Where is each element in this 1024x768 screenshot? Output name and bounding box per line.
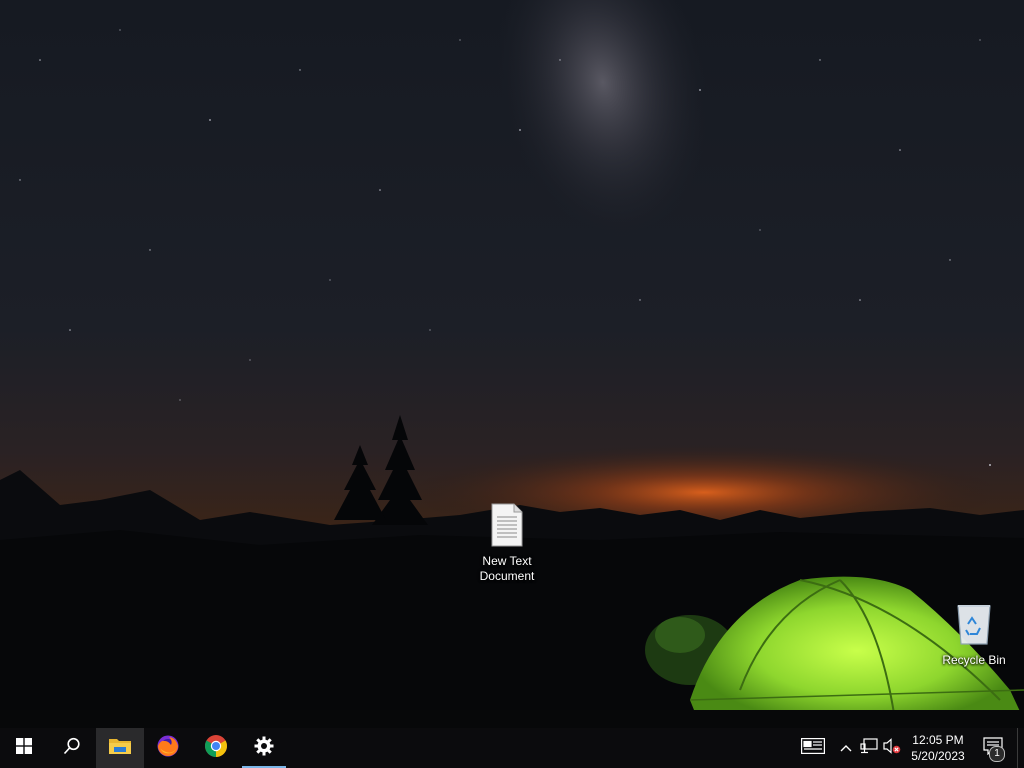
desktop-icon-new-text-document[interactable]: New Text Document [469,503,545,584]
firefox-icon [156,734,180,763]
chevron-up-icon [840,739,852,757]
clock[interactable]: 12:05 PM 5/20/2023 [903,728,973,768]
show-hidden-icons-button[interactable] [835,728,857,768]
news-widget-button[interactable] [791,728,835,768]
start-button[interactable] [0,728,48,768]
search-icon [63,737,81,760]
volume-muted-icon [883,737,901,759]
desktop-icon-label: New Text Document [479,554,535,583]
taskbar-chrome[interactable] [192,728,240,768]
windows-logo-icon [16,737,32,759]
network-button[interactable] [857,728,881,768]
taskbar-firefox[interactable] [144,728,192,768]
show-desktop-button[interactable] [1017,728,1024,768]
notification-count-badge: 1 [989,746,1005,762]
gear-icon [254,736,274,761]
desktop-icon-recycle-bin[interactable]: Recycle Bin [936,602,1012,668]
taskbar-settings[interactable] [240,728,288,768]
text-document-icon [469,503,545,552]
taskbar-file-explorer[interactable] [96,728,144,768]
search-button[interactable] [48,728,96,768]
system-tray: 12:05 PM 5/20/2023 1 [791,728,1024,768]
desktop-wallpaper [0,0,1024,728]
clock-date: 5/20/2023 [911,749,965,763]
network-icon [860,737,878,759]
taskbar: 12:05 PM 5/20/2023 1 [0,728,1024,768]
volume-button[interactable] [881,728,903,768]
chrome-icon [204,734,228,763]
news-widget-icon [801,737,825,759]
clock-time: 12:05 PM [912,733,964,747]
desktop-icon-label: Recycle Bin [942,653,1006,667]
action-center-button[interactable]: 1 [973,728,1013,768]
recycle-bin-icon [936,602,1012,651]
folder-icon [108,736,132,761]
